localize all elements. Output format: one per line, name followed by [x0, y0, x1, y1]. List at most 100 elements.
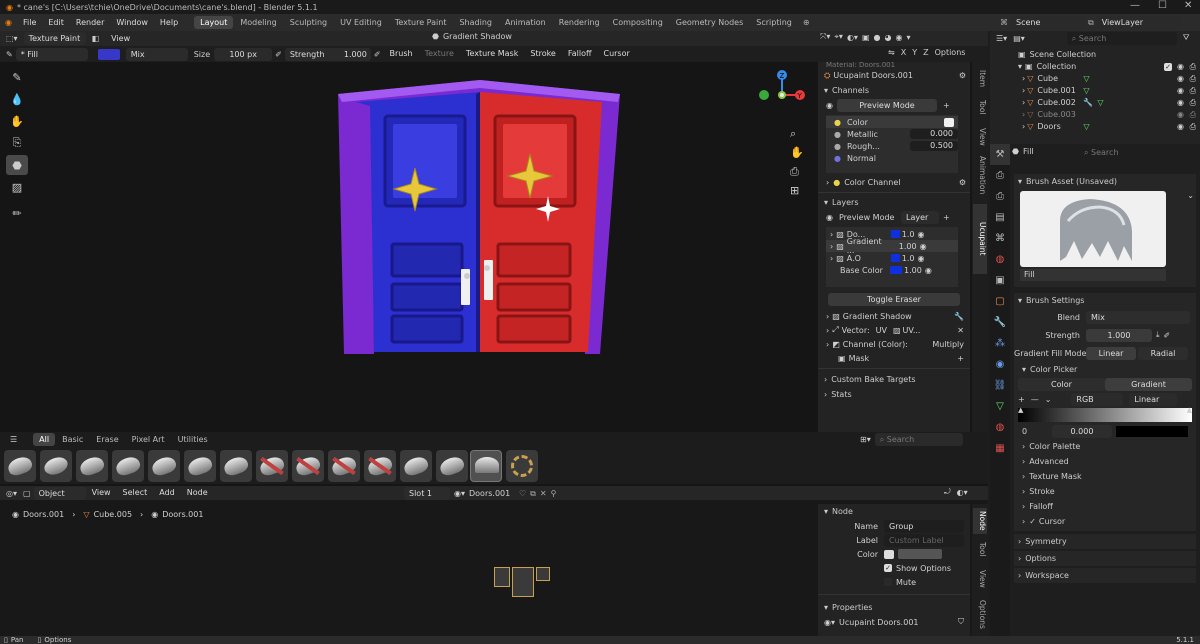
- color-palette-header[interactable]: › Color Palette: [1014, 439, 1196, 454]
- gradient-radial-button[interactable]: Radial: [1138, 346, 1188, 360]
- node-color-swatch[interactable]: [898, 549, 942, 559]
- brush-thumb[interactable]: [184, 450, 216, 482]
- new-scene-icon[interactable]: ⧉: [1088, 18, 1094, 28]
- color-tab[interactable]: Color: [1018, 377, 1105, 391]
- brush-thumb[interactable]: [400, 450, 432, 482]
- door-model[interactable]: [330, 76, 630, 361]
- fake-user-icon[interactable]: ♡: [519, 489, 526, 498]
- brush-thumb[interactable]: [148, 450, 180, 482]
- eraser-brush-thumb[interactable]: [328, 450, 360, 482]
- sidebar-tab-item[interactable]: Item: [973, 70, 987, 87]
- layer-color-swatch[interactable]: [890, 266, 902, 274]
- outliner-scene-collection[interactable]: ▣ Scene Collection: [1004, 49, 1200, 61]
- layer-row[interactable]: Base Color 1.00 ◉: [826, 264, 958, 276]
- brush-preview-options-icon[interactable]: ⌄: [1187, 191, 1194, 200]
- material-tab-icon[interactable]: ◍: [990, 417, 1010, 438]
- layer-preview-eye-icon[interactable]: ◉: [826, 213, 833, 222]
- strength-field[interactable]: 1.000: [1086, 328, 1152, 342]
- breadcrumb-node-tree[interactable]: Doors.001: [162, 510, 203, 519]
- shader-type-selector[interactable]: Object: [33, 486, 86, 500]
- cursor-header[interactable]: › ✓ Cursor: [1014, 514, 1196, 529]
- editor-type-icon[interactable]: ☰▾: [996, 34, 1007, 43]
- tab-geometry-nodes[interactable]: Geometry Nodes: [670, 16, 749, 29]
- blend-mode-selector[interactable]: Mix: [125, 47, 188, 61]
- active-stop-index[interactable]: 0: [1022, 427, 1052, 436]
- visibility-eye-icon[interactable]: ◉: [1177, 73, 1184, 85]
- tab-rendering[interactable]: Rendering: [553, 16, 606, 29]
- stop-position-field[interactable]: 0.000: [1052, 424, 1112, 438]
- pin-icon[interactable]: ⚲: [551, 489, 557, 498]
- shelf-tab-pixel-art[interactable]: Pixel Art: [126, 433, 171, 446]
- snap-icon[interactable]: ⤾: [944, 487, 951, 497]
- tab-modeling[interactable]: Modeling: [234, 16, 282, 29]
- eraser-brush-thumb[interactable]: [364, 450, 396, 482]
- gradient-tab[interactable]: Gradient: [1105, 377, 1192, 391]
- view-layer-selector[interactable]: ViewLayer: [1096, 16, 1179, 29]
- layer-opacity[interactable]: 1.0: [902, 254, 915, 263]
- outliner-item[interactable]: › ▽ Cube.002 🔧 ▽ ◉ ⎙: [1004, 97, 1200, 109]
- falloff-header[interactable]: › Falloff: [1014, 499, 1196, 514]
- outliner-item[interactable]: › ▽ Cube.001 ▽ ◉ ⎙: [1004, 85, 1200, 97]
- maximize-icon[interactable]: ☐: [1158, 0, 1167, 11]
- render-camera-icon[interactable]: ⎙: [1190, 85, 1196, 97]
- gradient-linear-button[interactable]: Linear: [1086, 346, 1136, 360]
- outliner-item[interactable]: › ▽ Cube.003 ◉ ⎙: [1004, 109, 1200, 121]
- render-camera-icon[interactable]: ⎙: [1190, 61, 1196, 73]
- node-tab-options[interactable]: Options: [973, 600, 987, 629]
- channel-preview-mode-button[interactable]: Preview Mode: [836, 99, 937, 112]
- menu-falloff[interactable]: Falloff: [562, 46, 598, 62]
- mirror-x-button[interactable]: X: [901, 48, 906, 57]
- node-color-checkbox[interactable]: [884, 549, 894, 559]
- minimize-icon[interactable]: —: [1130, 0, 1140, 11]
- data-tab-icon[interactable]: ▽: [990, 396, 1010, 417]
- eraser-brush-thumb[interactable]: [292, 450, 324, 482]
- output-tab-icon[interactable]: ⎙: [990, 186, 1010, 207]
- stroke-header[interactable]: › Stroke: [1014, 484, 1196, 499]
- annotate-tool-icon[interactable]: ✏: [6, 203, 28, 223]
- particles-tab-icon[interactable]: ⁂: [990, 333, 1010, 354]
- channel-color-swatch[interactable]: [944, 117, 954, 127]
- eraser-brush-thumb[interactable]: [256, 450, 288, 482]
- material-slot-selector[interactable]: Slot 1: [404, 487, 450, 500]
- view-layer-tab-icon[interactable]: ▤: [990, 207, 1010, 228]
- tab-animation[interactable]: Animation: [499, 16, 552, 29]
- tab-scripting[interactable]: Scripting: [750, 16, 798, 29]
- node-tab-view[interactable]: View: [973, 570, 987, 588]
- shelf-tab-utilities[interactable]: Utilities: [172, 433, 214, 446]
- visibility-eye-icon[interactable]: ◉: [1177, 61, 1184, 73]
- add-stop-icon[interactable]: +: [1018, 395, 1025, 404]
- metallic-value[interactable]: 0.000: [910, 129, 958, 139]
- sidebar-tab-ucupaint[interactable]: Ucupaint: [973, 204, 987, 274]
- tool-brush-selector[interactable]: * Fill: [15, 47, 88, 61]
- scene-selector[interactable]: Scene: [1011, 16, 1085, 29]
- advanced-header[interactable]: › Advanced: [1014, 454, 1196, 469]
- asset-shelf-search[interactable]: ⌕ Search: [874, 433, 963, 446]
- channel-row-roughness[interactable]: ● Rough... 0.500: [826, 140, 958, 152]
- menu-edit[interactable]: Edit: [42, 14, 70, 31]
- fake-user-icon[interactable]: ⛉: [958, 617, 964, 627]
- add-layer-icon[interactable]: +: [943, 213, 950, 222]
- node-tab-tool[interactable]: Tool: [973, 542, 987, 557]
- pan-hand-icon[interactable]: ✋: [790, 143, 804, 162]
- node-menu-node[interactable]: Node: [181, 486, 214, 500]
- shelf-tab-all[interactable]: All: [33, 432, 56, 446]
- brush-asset-header[interactable]: ▾ Brush Asset (Unsaved): [1014, 174, 1196, 189]
- strength-pen-icon[interactable]: ✐: [1164, 331, 1171, 340]
- properties-search-field[interactable]: ⌕ Search: [1084, 148, 1184, 158]
- active-brush-name[interactable]: Gradient Shadow: [443, 32, 512, 41]
- gradient-options-icon[interactable]: ⌄: [1045, 395, 1052, 404]
- menu-cursor[interactable]: Cursor: [597, 46, 635, 62]
- node-properties-header[interactable]: ▾ Properties: [818, 600, 970, 615]
- collection-checkbox[interactable]: ✓: [1164, 63, 1172, 71]
- ucupaint-settings-icon[interactable]: ⚙: [959, 71, 966, 80]
- layer-row[interactable]: › ▨ A.O 1.0 ◉: [826, 252, 958, 264]
- mirror-z-button[interactable]: Z: [923, 48, 928, 57]
- brush-thumb[interactable]: [76, 450, 108, 482]
- collection-tab-icon[interactable]: ▣: [990, 270, 1010, 291]
- outliner-search[interactable]: ⌕ Search: [1066, 31, 1177, 45]
- visibility-eye-icon[interactable]: ◉: [1177, 85, 1184, 97]
- size-field[interactable]: 100 px: [214, 47, 273, 61]
- menu-file[interactable]: File: [17, 14, 42, 31]
- filter-icon[interactable]: ⛛: [1183, 33, 1190, 43]
- paint-mask-icon[interactable]: ◧: [92, 34, 100, 43]
